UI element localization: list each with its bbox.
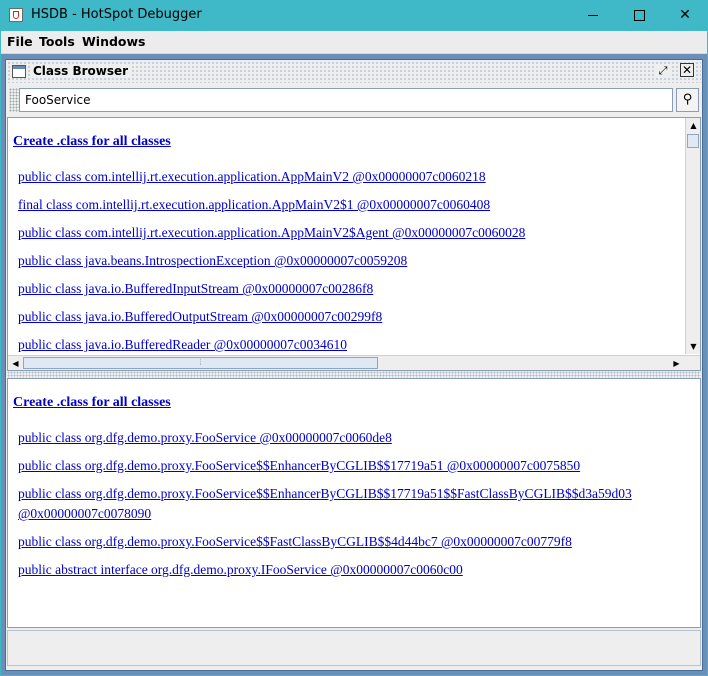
vertical-scrollbar[interactable]: ▲ ▼ xyxy=(685,118,700,354)
search-results-list: Create .class for all classes public cla… xyxy=(12,379,696,627)
class-link[interactable]: public class com.intellij.rt.execution.a… xyxy=(18,225,525,241)
class-link[interactable]: public abstract interface org.dfg.demo.p… xyxy=(18,562,463,578)
class-link[interactable]: public class com.intellij.rt.execution.a… xyxy=(18,169,486,185)
window-title: HSDB - HotSpot Debugger xyxy=(31,7,202,22)
class-browser-frame: Class Browser ⤢ ✕ ⚲ Create .class for al… xyxy=(5,59,703,671)
menu-windows[interactable]: Windows xyxy=(82,34,146,49)
class-browser-title: Class Browser xyxy=(30,64,133,78)
class-link[interactable]: public class java.io.BufferedReader @0x0… xyxy=(18,337,347,353)
class-link[interactable]: public class org.dfg.demo.proxy.FooServi… xyxy=(18,484,678,524)
scroll-up-icon[interactable]: ▲ xyxy=(686,118,700,133)
class-link[interactable]: final class com.intellij.rt.execution.ap… xyxy=(18,197,490,213)
class-browser-titlebar[interactable]: Class Browser ⤢ ✕ xyxy=(7,61,701,83)
close-button[interactable]: ✕ xyxy=(662,0,708,31)
restore-icon[interactable]: ⤢ xyxy=(656,64,670,78)
menu-file[interactable]: File xyxy=(7,34,33,49)
maximize-button[interactable] xyxy=(616,0,662,31)
close-icon: ✕ xyxy=(679,7,691,23)
frame-icon xyxy=(12,65,26,78)
toolbar-grip[interactable] xyxy=(9,88,19,112)
menu-bar: File Tools Windows xyxy=(1,31,707,54)
java-app-icon xyxy=(9,8,23,22)
minimize-icon xyxy=(588,14,598,16)
menu-tools[interactable]: Tools xyxy=(39,34,75,49)
vertical-scroll-thumb[interactable] xyxy=(687,134,699,148)
horizontal-scroll-thumb[interactable]: ⦙ xyxy=(23,357,378,369)
find-button[interactable]: ⚲ xyxy=(676,88,699,112)
class-link[interactable]: public class java.io.BufferedOutputStrea… xyxy=(18,309,382,325)
search-toolbar: ⚲ xyxy=(7,85,701,115)
create-class-results-link[interactable]: Create .class for all classes xyxy=(13,395,171,411)
class-link[interactable]: public class org.dfg.demo.proxy.FooServi… xyxy=(18,458,580,474)
desktop-pane: Class Browser ⤢ ✕ ⚲ Create .class for al… xyxy=(1,54,707,675)
search-results-pane: Create .class for all classes public cla… xyxy=(7,378,701,628)
horizontal-scrollbar[interactable]: ◀ ⦙ ▶ xyxy=(8,355,700,370)
status-bar xyxy=(7,630,701,666)
create-class-all-link[interactable]: Create .class for all classes xyxy=(13,134,171,150)
class-link[interactable]: public class java.beans.IntrospectionExc… xyxy=(18,253,407,269)
hsdb-window: HSDB - HotSpot Debugger ✕ File Tools Win… xyxy=(0,0,708,676)
binoculars-icon: ⚲ xyxy=(682,92,693,107)
scroll-left-icon[interactable]: ◀ xyxy=(8,356,23,370)
class-link[interactable]: public class java.io.BufferedInputStream… xyxy=(18,281,373,297)
split-pane-divider[interactable] xyxy=(7,371,701,378)
all-classes-list: Create .class for all classes public cla… xyxy=(12,118,684,370)
class-link[interactable]: public class org.dfg.demo.proxy.FooServi… xyxy=(18,534,572,550)
window-titlebar[interactable]: HSDB - HotSpot Debugger ✕ xyxy=(0,0,708,31)
minimize-button[interactable] xyxy=(570,0,616,31)
frame-close-icon[interactable]: ✕ xyxy=(680,63,694,77)
all-classes-pane: Create .class for all classes public cla… xyxy=(7,117,701,371)
scroll-down-icon[interactable]: ▼ xyxy=(686,339,700,354)
class-link[interactable]: public class org.dfg.demo.proxy.FooServi… xyxy=(18,430,392,446)
maximize-icon xyxy=(633,9,645,21)
scroll-right-icon[interactable]: ▶ xyxy=(669,356,684,370)
class-search-input[interactable] xyxy=(19,88,673,112)
